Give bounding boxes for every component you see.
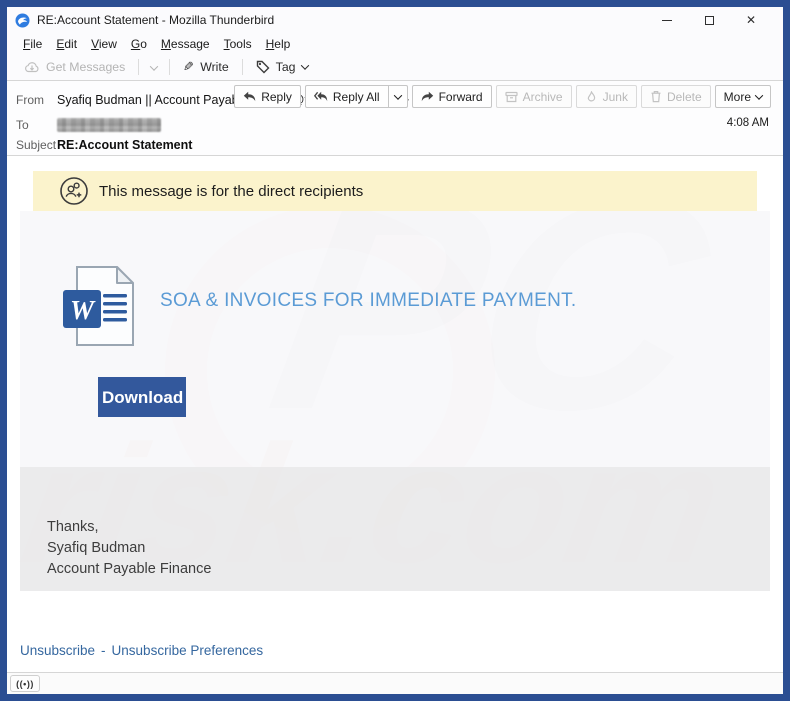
download-button[interactable]: Download [98,377,186,417]
get-messages-button[interactable]: Get Messages [17,57,132,77]
reply-all-button[interactable]: Reply All [304,85,389,108]
reply-all-group: Reply All [304,85,408,108]
unsubscribe-separator: - [101,643,106,658]
minimize-icon [662,19,672,21]
subject-value: RE:Account Statement [57,138,193,152]
direct-recipients-banner: This message is for the direct recipient… [33,171,757,211]
more-button[interactable]: More [714,85,771,108]
broadcast-status-icon: ((•)) [10,675,40,692]
menu-item-file[interactable]: File [16,35,49,53]
write-button[interactable]: ✎ Write [176,56,235,78]
reply-all-icon [313,91,328,102]
chevron-down-icon [393,90,402,100]
get-messages-dropdown[interactable] [145,55,163,79]
trash-icon [651,91,661,103]
delete-label: Delete [666,89,702,104]
reply-label: Reply [261,89,292,104]
tag-label: Tag [275,60,296,74]
menu-item-edit[interactable]: Edit [49,35,84,53]
forward-label: Forward [438,89,483,104]
write-label: Write [200,60,229,74]
pencil-icon: ✎ [183,59,195,74]
unsubscribe-preferences-link[interactable]: Unsubscribe Preferences [112,643,264,658]
chevron-down-icon [754,90,764,100]
maximize-button[interactable] [695,10,723,30]
menu-item-view[interactable]: View [84,35,124,53]
minimize-button[interactable] [653,10,681,30]
toolbar-separator [138,59,140,75]
archive-button[interactable]: Archive [495,85,572,108]
more-label: More [723,89,751,104]
chevron-down-icon [300,61,309,70]
message-time: 4:08 AM [726,117,769,129]
menu-item-message[interactable]: Message [154,35,217,53]
thunderbird-logo-icon [15,13,30,27]
unsubscribe-link[interactable]: Unsubscribe [20,643,95,658]
menu-item-help[interactable]: Help [259,35,298,53]
reply-all-dropdown[interactable] [388,85,408,108]
forward-button[interactable]: Forward [411,85,492,108]
email-content: This message is for the direct recipient… [20,171,770,658]
word-document-icon: W [63,266,134,346]
archive-label: Archive [522,89,563,104]
toolbar: Get Messages ✎ Write Tag [7,54,783,81]
redacted-recipient [57,117,161,132]
message-actions: Reply Reply All Forward Archive Junk Del… [234,85,771,108]
window-title: RE:Account Statement - Mozilla Thunderbi… [37,13,275,27]
tag-icon [256,60,270,74]
unsubscribe-row: Unsubscribe - Unsubscribe Preferences [20,643,770,658]
forward-icon [421,91,433,102]
menubar: File Edit View Go Message Tools Help [7,33,783,54]
chevron-down-icon [150,62,159,71]
maximize-icon [704,15,714,25]
titlebar: RE:Account Statement - Mozilla Thunderbi… [7,7,783,33]
reply-button[interactable]: Reply [234,85,301,108]
menu-item-go[interactable]: Go [124,35,154,53]
toolbar-separator [241,59,243,75]
close-icon: ✕ [745,13,757,27]
subject-label: Subject [16,138,57,152]
archive-icon [504,91,518,102]
signature-line: Thanks, [47,519,99,535]
from-label: From [16,93,44,107]
email-headline: SOA & INVOICES FOR IMMEDIATE PAYMENT. [160,290,577,311]
get-messages-label: Get Messages [46,60,126,74]
menu-item-tools[interactable]: Tools [217,35,259,53]
word-letter: W [70,295,96,325]
reply-all-label: Reply All [332,89,380,104]
statusbar: ((•)) [7,672,783,694]
reply-icon [244,91,256,102]
signature-section: Thanks, Syafiq Budman Account Payable Fi… [20,467,770,591]
delete-button[interactable]: Delete [640,85,711,108]
message-body: PC risk.com This message is for the dire… [7,156,783,672]
main-content-section: W SOA & INVOICES FOR IMMEDIATE PAYMENT. … [20,211,770,467]
recipients-icon [60,177,88,205]
close-button[interactable]: ✕ [737,10,765,30]
signature-line: Syafiq Budman [47,540,146,556]
tag-button[interactable]: Tag [249,57,315,77]
thunderbird-window: RE:Account Statement - Mozilla Thunderbi… [0,0,790,701]
junk-flame-icon [587,90,595,101]
message-header: From Syafiq Budman || Account Payable <s… [7,81,783,156]
junk-label: Junk [602,89,628,104]
junk-button[interactable]: Junk [575,85,637,108]
cloud-download-icon [25,62,39,73]
to-label: To [16,117,29,132]
signature-line: Account Payable Finance [47,561,212,577]
banner-text: This message is for the direct recipient… [99,182,364,200]
toolbar-separator [169,59,171,75]
